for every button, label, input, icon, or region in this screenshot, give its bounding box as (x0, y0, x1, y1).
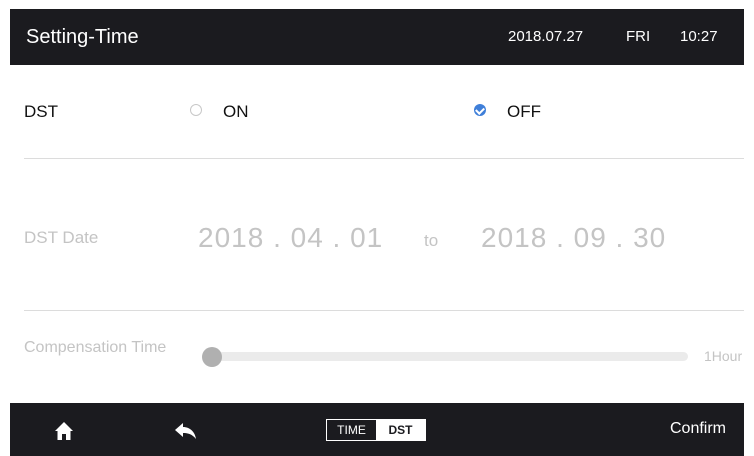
home-icon[interactable] (54, 421, 74, 441)
date-range-separator: to (424, 231, 439, 250)
setting-time-screen: Setting-Time 2018.07.27 FRI 10:27 DST ON… (0, 0, 754, 456)
dst-off-label[interactable]: OFF (507, 102, 541, 122)
dst-start-date[interactable]: 2018 . 04 . 01 (198, 222, 383, 254)
dst-off-radio[interactable] (474, 104, 486, 116)
confirm-button[interactable]: Confirm (670, 420, 726, 438)
compensation-slider-thumb[interactable] (202, 347, 222, 367)
tab-time[interactable]: TIME (327, 420, 376, 440)
compensation-max-label: 1Hour (704, 348, 743, 364)
mode-segmented-control: TIME DST (326, 419, 426, 441)
current-day: FRI (626, 28, 651, 45)
dst-row: DST ON OFF (24, 98, 744, 128)
compensation-time-label: Compensation Time (24, 339, 167, 356)
dst-end-date[interactable]: 2018 . 09 . 30 (481, 222, 666, 254)
current-time: 10:27 (680, 28, 718, 45)
dst-date-label: DST Date (24, 228, 99, 247)
dst-label: DST (24, 102, 58, 121)
current-date: 2018.07.27 (508, 28, 584, 45)
header-bar: Setting-Time 2018.07.27 FRI 10:27 (10, 9, 744, 65)
page-title: Setting-Time (26, 26, 139, 48)
divider (24, 310, 744, 311)
divider (24, 158, 744, 159)
tab-dst[interactable]: DST (376, 420, 425, 440)
back-icon[interactable] (175, 423, 197, 439)
compensation-slider-track[interactable] (204, 352, 688, 361)
footer-bar: TIME DST Confirm (10, 403, 744, 456)
dst-on-label[interactable]: ON (223, 102, 249, 122)
dst-on-radio[interactable] (190, 104, 202, 116)
